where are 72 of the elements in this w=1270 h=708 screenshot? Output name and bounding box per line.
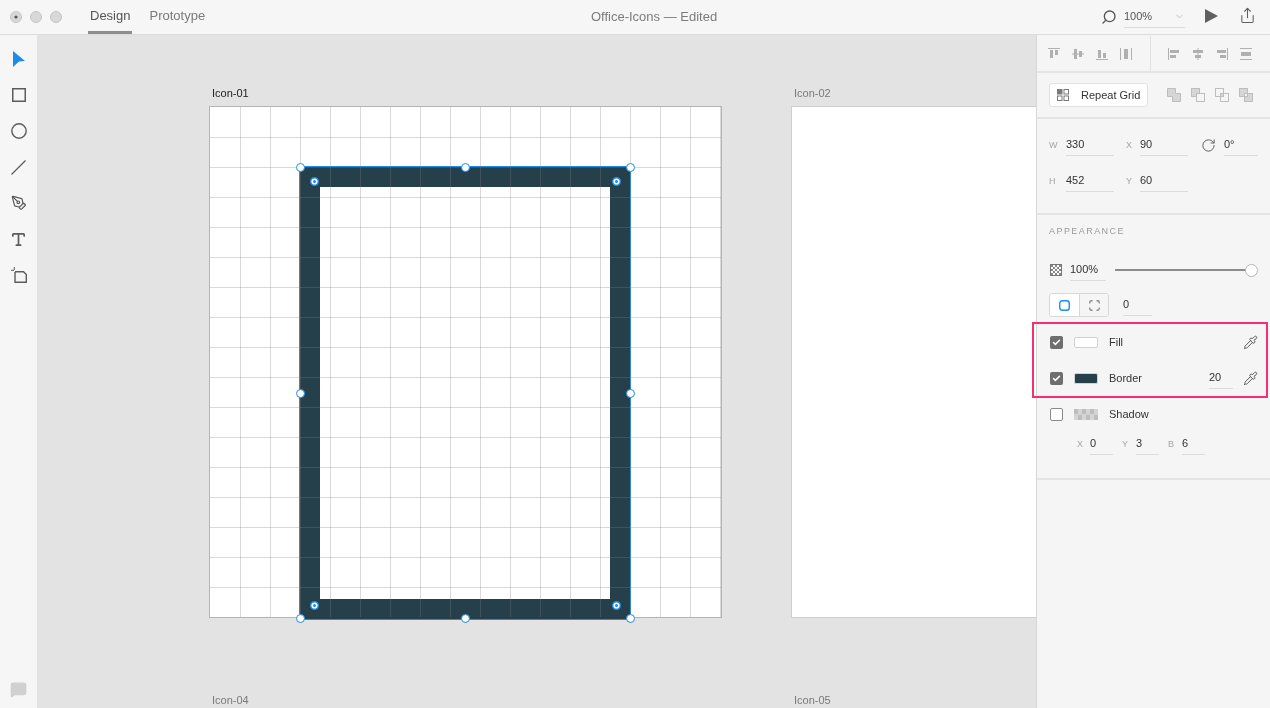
eyedropper-icon[interactable] xyxy=(1243,370,1258,386)
shadow-offset-field[interactable]: 0 xyxy=(1090,433,1113,455)
resize-handle[interactable] xyxy=(626,163,635,172)
section-heading: APPEARANCE xyxy=(1049,225,1125,239)
window-title: Office-Icons — Edited xyxy=(590,8,718,27)
resize-handle[interactable] xyxy=(296,389,305,398)
share-icon[interactable] xyxy=(1239,7,1256,24)
pointer-icon[interactable] xyxy=(12,51,25,67)
rounded-square-icon xyxy=(1059,299,1070,311)
line-icon[interactable] xyxy=(11,159,26,175)
corner-radius-handle[interactable] xyxy=(612,601,621,610)
resize-handle[interactable] xyxy=(296,163,305,172)
rectangle-shape[interactable] xyxy=(300,167,630,619)
checkbox[interactable] xyxy=(1050,407,1063,421)
layer-label: Shadow xyxy=(1109,406,1149,422)
corner-radius-handle[interactable] xyxy=(612,177,621,186)
text-tool-icon[interactable] xyxy=(10,230,27,248)
width-field[interactable]: 330 xyxy=(1066,134,1114,156)
checkerboard-icon xyxy=(1050,264,1062,276)
field-label: W xyxy=(1049,139,1059,152)
artboard-label[interactable]: Icon-01 xyxy=(212,87,249,100)
resize-handle[interactable] xyxy=(626,614,635,623)
opacity-field[interactable]: 100% xyxy=(1070,259,1106,281)
resize-handle[interactable] xyxy=(626,389,635,398)
checkbox[interactable] xyxy=(1050,371,1063,385)
x-position-field[interactable]: 90 xyxy=(1140,134,1188,156)
grid-icon xyxy=(1057,89,1069,101)
layer-label: Fill xyxy=(1109,334,1124,350)
swatch-icon[interactable] xyxy=(1074,336,1098,348)
search-icon[interactable] xyxy=(1101,9,1117,25)
circle-icon[interactable] xyxy=(10,123,27,139)
checkmark-icon xyxy=(1052,337,1061,347)
play-icon[interactable] xyxy=(1205,9,1218,23)
opacity-slider[interactable] xyxy=(1115,263,1258,277)
height-field[interactable]: 452 xyxy=(1066,170,1114,192)
dashed-corners-icon xyxy=(1088,299,1100,311)
field-label: B xyxy=(1168,438,1175,451)
rectangle-icon[interactable] xyxy=(11,88,26,102)
corner-mode-button[interactable] xyxy=(1050,294,1079,316)
rotation-field[interactable]: 0° xyxy=(1224,134,1258,156)
tab[interactable]: Design xyxy=(88,0,133,34)
zoom-dropdown[interactable]: 100% xyxy=(1124,6,1185,28)
pen-nib-icon[interactable] xyxy=(10,195,27,211)
field-label: H xyxy=(1049,175,1057,188)
artboard-label[interactable]: Icon-02 xyxy=(794,87,831,100)
field-label: Y xyxy=(1122,438,1129,451)
rotate-icon[interactable] xyxy=(1201,137,1216,153)
corner-radius-field[interactable]: 0 xyxy=(1123,294,1152,316)
artboard-icon[interactable] xyxy=(10,267,27,283)
swatch-icon[interactable] xyxy=(1074,372,1098,384)
field-label: X xyxy=(1077,438,1084,451)
shadow-offset-field[interactable]: 6 xyxy=(1182,433,1205,455)
corner-radius-handle[interactable] xyxy=(310,601,319,610)
checkerboard-swatch-icon[interactable] xyxy=(1074,408,1098,420)
eyedropper-icon[interactable] xyxy=(1243,334,1258,350)
resize-handle[interactable] xyxy=(461,614,470,623)
corner-radius-handle[interactable] xyxy=(310,177,319,186)
shadow-offset-field[interactable]: 3 xyxy=(1136,433,1159,455)
field-label: X xyxy=(1126,139,1133,152)
slider-thumb[interactable] xyxy=(1245,263,1258,277)
close-button[interactable] xyxy=(10,11,22,23)
border-width-field[interactable]: 20 xyxy=(1209,367,1233,389)
y-position-field[interactable]: 60 xyxy=(1140,170,1188,192)
checkbox[interactable] xyxy=(1050,335,1063,349)
resize-handle[interactable] xyxy=(296,614,305,623)
repeat-grid-button[interactable]: Repeat Grid xyxy=(1049,83,1148,107)
artboard-label[interactable]: Icon-05 xyxy=(794,694,831,707)
tab[interactable]: Prototype xyxy=(147,0,208,34)
checkmark-icon xyxy=(1052,373,1061,383)
resize-handle[interactable] xyxy=(461,163,470,172)
layer-label: Border xyxy=(1109,370,1143,386)
field-label: Y xyxy=(1126,175,1133,188)
